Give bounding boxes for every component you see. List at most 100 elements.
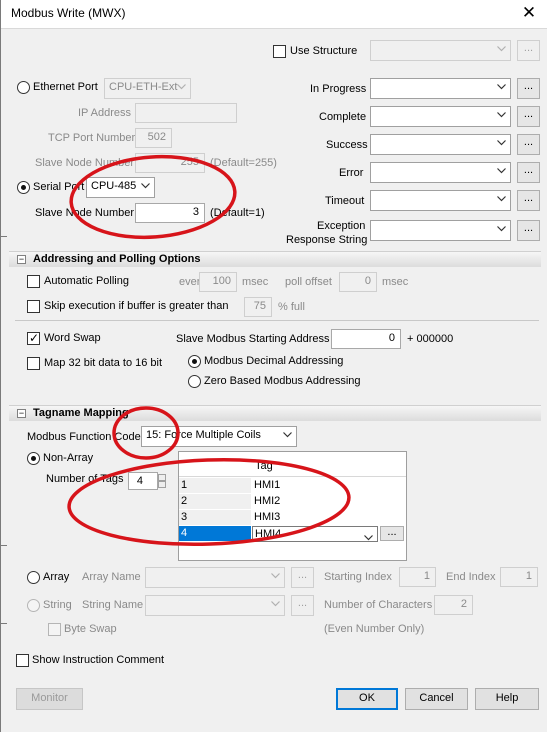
table-row[interactable]: 4 HMI4 ... [179,526,406,542]
addressing-section-title: Addressing and Polling Options [33,253,201,265]
function-code-select[interactable]: 15: Force Multiple Coils [141,426,297,447]
tag-cell[interactable]: HMI1 [252,478,406,494]
spin-down-icon[interactable] [158,481,166,488]
error-browse-button[interactable]: ... [517,162,540,183]
word-swap-label: Word Swap [44,332,101,344]
spin-up-icon[interactable] [158,474,166,481]
array-name-combo[interactable] [145,567,285,588]
structure-browse-button[interactable]: ... [517,40,540,61]
array-radio[interactable] [27,571,40,584]
skip-execution-checkbox[interactable] [27,300,40,313]
ok-button[interactable]: OK [336,688,398,710]
starting-index-input[interactable]: 1 [399,567,436,587]
tagname-section-header[interactable]: − Tagname Mapping [9,405,541,421]
polling-interval-input[interactable]: 100 [199,272,237,292]
non-array-label: Non-Array [43,452,94,464]
chevron-down-icon[interactable] [364,531,373,546]
serial-port-radio[interactable] [17,181,30,194]
decimal-addressing-radio[interactable] [188,355,201,368]
zero-based-addressing-label: Zero Based Modbus Addressing [204,375,361,387]
timeout-browse-button[interactable]: ... [517,190,540,211]
serial-slave-node-label: Slave Node Number [35,207,135,219]
close-icon[interactable]: ✕ [516,1,542,25]
success-browse-button[interactable]: ... [517,134,540,155]
title-bar[interactable]: Modbus Write (MWX) ✕ [1,0,547,28]
in-progress-label: In Progress [310,83,367,95]
string-radio[interactable] [27,599,40,612]
complete-browse-button[interactable]: ... [517,106,540,127]
table-row[interactable]: 2 HMI2 [179,494,406,510]
slave-start-address-input[interactable]: 0 [331,329,401,349]
function-code-label: Modbus Function Code [27,431,141,443]
automatic-polling-checkbox[interactable] [27,275,40,288]
string-browse-button[interactable]: ... [291,595,314,616]
serial-port-select[interactable]: CPU-485 [86,177,155,198]
tag-cell[interactable]: HMI3 [252,510,406,526]
show-comment-checkbox[interactable] [16,654,29,667]
complete-combo[interactable] [370,106,511,127]
in-progress-combo[interactable] [370,78,511,99]
response-string-label: Response String [286,234,368,246]
chevron-down-icon [497,168,506,176]
slave-start-address-suffix: + 000000 [407,333,454,345]
collapse-icon[interactable]: − [17,255,26,264]
ethernet-port-select[interactable]: CPU-ETH-Ext [104,78,191,99]
ethernet-port-radio[interactable] [17,81,30,94]
chevron-down-icon [497,84,506,92]
timeout-combo[interactable] [370,190,511,211]
word-swap-checkbox[interactable] [27,330,40,346]
serial-slave-node-default: (Default=1) [210,207,265,219]
table-row[interactable]: 3 HMI3 [179,510,406,526]
exception-response-browse-button[interactable]: ... [517,220,540,241]
in-progress-browse-button[interactable]: ... [517,78,540,99]
exception-response-combo[interactable] [370,220,511,241]
success-combo[interactable] [370,134,511,155]
addressing-divider [15,320,539,321]
skip-execution-label: Skip execution if buffer is greater than [44,300,229,312]
num-chars-input[interactable]: 2 [434,595,473,615]
use-structure-checkbox[interactable] [273,45,286,58]
structure-combo[interactable] [370,40,511,61]
cancel-button[interactable]: Cancel [405,688,468,710]
number-of-tags-input[interactable]: 4 [128,472,158,490]
collapse-icon[interactable]: − [17,409,26,418]
ethernet-slave-node-default: (Default=255) [210,157,277,169]
row-number: 2 [179,494,251,510]
addressing-section-header[interactable]: − Addressing and Polling Options [9,251,541,267]
string-name-combo[interactable] [145,595,285,616]
skip-buffer-input[interactable]: 75 [244,297,272,317]
tag-browse-button[interactable]: ... [380,526,404,541]
ethernet-slave-node-input[interactable]: 255 [135,153,205,173]
byte-swap-checkbox[interactable] [48,623,61,636]
exception-label: Exception [317,220,366,232]
tcp-port-input[interactable]: 502 [135,128,172,148]
poll-offset-input[interactable]: 0 [339,272,377,292]
show-comment-label: Show Instruction Comment [32,654,165,666]
table-row[interactable]: 1 HMI1 [179,478,406,494]
serial-slave-node-input[interactable]: 3 [135,203,205,223]
tcp-port-label: TCP Port Number [48,132,136,144]
error-label: Error [339,167,364,179]
chevron-down-icon [177,84,186,92]
end-index-label: End Index [446,571,496,583]
chevron-down-icon [271,601,280,609]
chevron-down-icon [141,183,150,191]
automatic-polling-label: Automatic Polling [44,275,129,287]
tag-cell[interactable]: HMI2 [252,494,406,510]
map-32bit-checkbox[interactable] [27,357,40,370]
dialog-window: Modbus Write (MWX) ✕ Use Structure ... E… [0,0,547,732]
monitor-button[interactable]: Monitor [16,688,83,710]
non-array-radio[interactable] [27,452,40,465]
serial-port-value: CPU-485 [91,180,137,192]
end-index-input[interactable]: 1 [500,567,538,587]
tag-cell-editor[interactable]: HMI4 [252,526,378,542]
success-label: Success [326,139,368,151]
chevron-down-icon [497,46,506,54]
ip-address-input[interactable] [135,103,237,123]
array-browse-button[interactable]: ... [291,567,314,588]
tag-grid[interactable]: Tag 1 HMI1 2 HMI2 3 HMI3 4 HMI4 ... [178,451,407,561]
edge-mark [1,623,7,624]
error-combo[interactable] [370,162,511,183]
help-button[interactable]: Help [475,688,539,710]
zero-based-addressing-radio[interactable] [188,375,201,388]
